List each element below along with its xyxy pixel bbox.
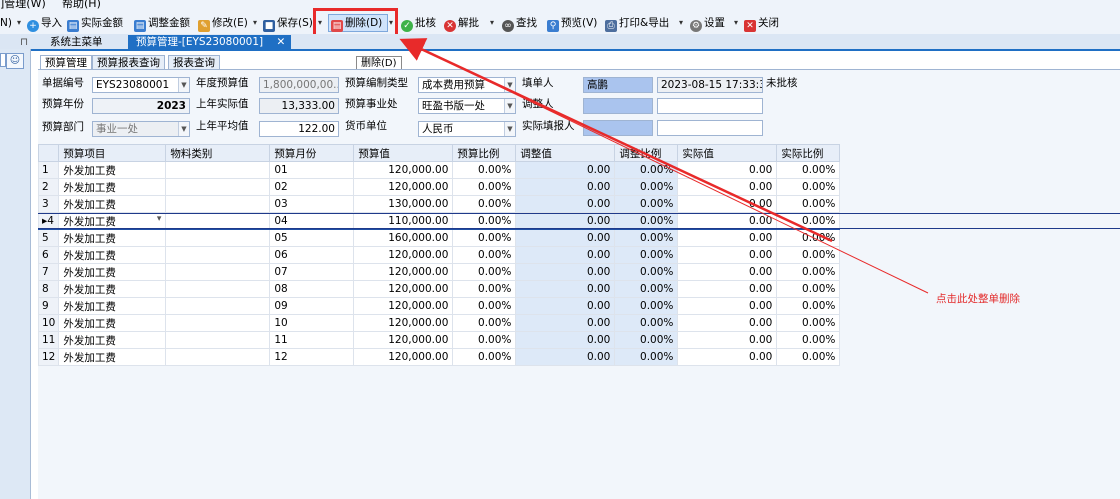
annotation-arrow [399,38,833,243]
annotation-text: 点击此处整单删除 [936,293,1020,305]
annotation-arrows [399,38,929,294]
